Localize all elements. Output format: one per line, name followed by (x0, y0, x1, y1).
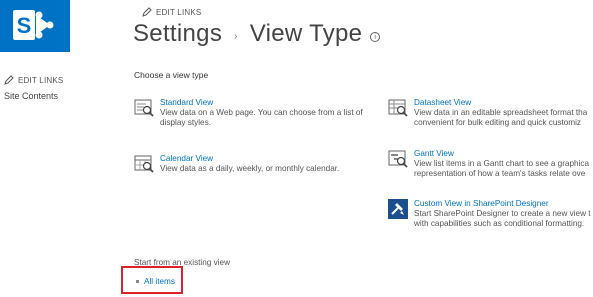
view-type-description: convenient for bulk editing and quick cu… (414, 118, 582, 127)
view-type-description: display styles. (160, 118, 211, 127)
sharepoint-logo[interactable]: S (0, 0, 70, 52)
sidebar-item-site-contents[interactable]: Site Contents (4, 91, 58, 101)
view-type-description: View data on a Web page. You can choose … (160, 108, 363, 117)
edit-links-label: EDIT LINKS (156, 7, 202, 17)
page-title: Settings › View Type i (133, 20, 381, 48)
view-type-custom-sharepoint-designer[interactable]: Custom View in SharePoint Designer Start… (388, 199, 593, 229)
view-type-description: View list items in a Gantt chart to see … (414, 159, 590, 168)
sharepoint-logo-icon: S (0, 0, 70, 52)
calendar-view-icon (134, 155, 154, 173)
view-type-description: representation of how a team's tasks rel… (414, 169, 586, 178)
pencil-icon (4, 75, 14, 85)
breadcrumb-view-type: View Type (249, 20, 363, 47)
view-type-description: View data as a daily, weekly, or monthly… (160, 164, 340, 173)
view-type-name[interactable]: Datasheet View (414, 98, 587, 108)
edit-links-sidebar[interactable]: EDIT LINKS (4, 75, 63, 85)
view-type-gantt[interactable]: Gantt View View list items in a Gantt ch… (388, 149, 593, 179)
view-type-description: with capabilities such as conditional fo… (414, 219, 585, 228)
bullet-icon (136, 280, 139, 283)
choose-view-type-label: Choose a view type (134, 70, 209, 80)
view-type-description: View data in an editable spreadsheet for… (414, 108, 588, 117)
gantt-view-icon (388, 150, 408, 168)
view-type-name[interactable]: Calendar View (160, 154, 339, 164)
edit-links-label: EDIT LINKS (18, 75, 64, 85)
info-icon[interactable]: i (370, 32, 381, 42)
existing-view-link[interactable]: All items (144, 277, 175, 286)
svg-text:S: S (17, 13, 32, 38)
view-type-description: Start SharePoint Designer to create a ne… (414, 209, 591, 218)
view-type-datasheet[interactable]: Datasheet View View data in an editable … (388, 98, 593, 128)
breadcrumb-settings[interactable]: Settings (133, 20, 222, 48)
view-type-name[interactable]: Standard View (160, 98, 363, 108)
view-type-calendar[interactable]: Calendar View View data as a daily, week… (134, 154, 374, 174)
breadcrumb-separator: › (234, 30, 238, 42)
view-type-name[interactable]: Custom View in SharePoint Designer (414, 199, 591, 209)
datasheet-view-icon (388, 99, 408, 117)
pencil-icon (142, 7, 152, 17)
existing-view-all-items[interactable]: All items (136, 277, 175, 286)
view-type-standard[interactable]: Standard View View data on a Web page. Y… (134, 98, 374, 128)
edit-links-top[interactable]: EDIT LINKS (142, 7, 201, 17)
sharepoint-designer-icon (388, 199, 408, 219)
standard-view-icon (134, 99, 154, 117)
view-type-name[interactable]: Gantt View (414, 149, 589, 159)
